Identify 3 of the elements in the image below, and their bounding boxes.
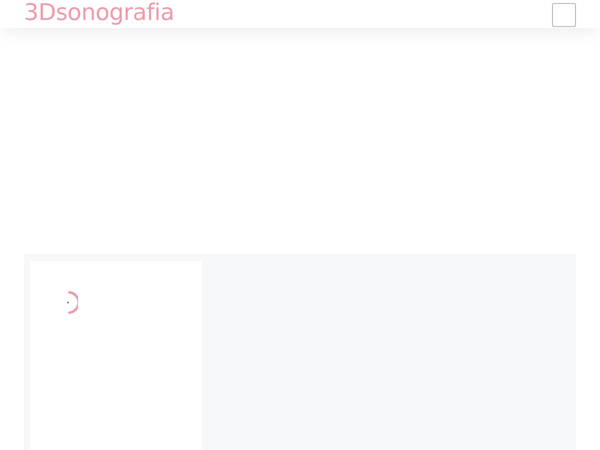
site-logo[interactable]: 3Dsonografia [24, 0, 174, 26]
loading-spinner-icon [67, 291, 78, 314]
menu-button[interactable] [552, 3, 576, 27]
